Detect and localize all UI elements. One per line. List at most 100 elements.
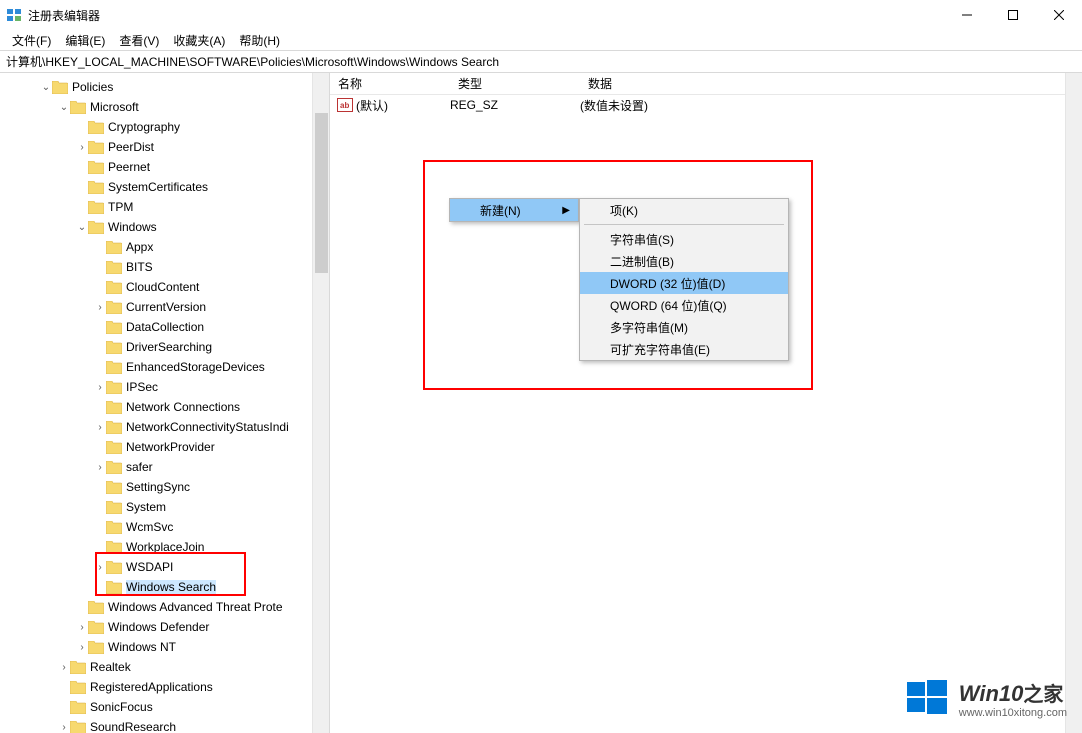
tree-item[interactable]: DriverSearching xyxy=(4,337,329,357)
tree-item[interactable]: DataCollection xyxy=(4,317,329,337)
chevron-down-icon[interactable] xyxy=(76,222,88,233)
chevron-right-icon[interactable] xyxy=(76,642,88,653)
tree-item[interactable]: SoundResearch xyxy=(4,717,329,733)
tree-item[interactable]: Network Connections xyxy=(4,397,329,417)
maximize-button[interactable] xyxy=(990,0,1036,30)
tree-item[interactable]: NetworkProvider xyxy=(4,437,329,457)
menu-help[interactable]: 帮助(H) xyxy=(233,30,286,51)
tree-item[interactable]: PeerDist xyxy=(4,137,329,157)
folder-icon xyxy=(70,661,86,674)
folder-icon xyxy=(106,421,122,434)
tree-item-label: Peernet xyxy=(108,160,150,174)
folder-icon xyxy=(106,261,122,274)
tree-item-label: Windows Defender xyxy=(108,620,209,634)
scrollbar-thumb[interactable] xyxy=(315,113,328,273)
tree-item[interactable]: BITS xyxy=(4,257,329,277)
tree-item[interactable]: CurrentVersion xyxy=(4,297,329,317)
chevron-down-icon[interactable] xyxy=(40,82,52,93)
chevron-right-icon[interactable] xyxy=(76,622,88,633)
tree-item[interactable]: WcmSvc xyxy=(4,517,329,537)
tree-item[interactable]: CloudContent xyxy=(4,277,329,297)
tree-item[interactable]: EnhancedStorageDevices xyxy=(4,357,329,377)
addressbar[interactable]: 计算机\HKEY_LOCAL_MACHINE\SOFTWARE\Policies… xyxy=(0,50,1082,73)
tree-item[interactable]: NetworkConnectivityStatusIndi xyxy=(4,417,329,437)
watermark-title: Win10之家 xyxy=(959,678,1067,707)
folder-icon xyxy=(88,621,104,634)
menu-item-label: 新建(N) xyxy=(480,202,521,219)
chevron-right-icon[interactable] xyxy=(94,562,106,573)
menu-item-dword[interactable]: DWORD (32 位)值(D) xyxy=(580,272,788,294)
tree-item[interactable]: Policies xyxy=(4,77,329,97)
folder-icon xyxy=(106,301,122,314)
col-data[interactable]: 数据 xyxy=(580,75,612,92)
tree-item[interactable]: SettingSync xyxy=(4,477,329,497)
menu-item-key[interactable]: 项(K) xyxy=(580,199,788,221)
menu-item-label: DWORD (32 位)值(D) xyxy=(610,275,725,292)
folder-icon xyxy=(70,101,86,114)
chevron-right-icon[interactable] xyxy=(94,462,106,473)
menu-item-label: 可扩充字符串值(E) xyxy=(610,341,710,358)
folder-icon xyxy=(88,641,104,654)
chevron-right-icon[interactable] xyxy=(94,382,106,393)
menu-item-new[interactable]: 新建(N) ▶ xyxy=(450,199,578,221)
tree-item[interactable]: RegisteredApplications xyxy=(4,677,329,697)
tree-item-label: DataCollection xyxy=(126,320,204,334)
tree-item-label: WSDAPI xyxy=(126,560,173,574)
tree-item[interactable]: safer xyxy=(4,457,329,477)
menu-item-string[interactable]: 字符串值(S) xyxy=(580,228,788,250)
chevron-right-icon[interactable] xyxy=(94,302,106,313)
tree-item[interactable]: System xyxy=(4,497,329,517)
tree-item[interactable]: SystemCertificates xyxy=(4,177,329,197)
col-name[interactable]: 名称 xyxy=(330,75,450,92)
tree-item[interactable]: WSDAPI xyxy=(4,557,329,577)
chevron-right-icon[interactable] xyxy=(76,142,88,153)
tree-item[interactable]: SonicFocus xyxy=(4,697,329,717)
menu-view[interactable]: 查看(V) xyxy=(113,30,165,51)
close-button[interactable] xyxy=(1036,0,1082,30)
tree-item[interactable]: WorkplaceJoin xyxy=(4,537,329,557)
tree-item-label: Microsoft xyxy=(90,100,139,114)
menu-favorites[interactable]: 收藏夹(A) xyxy=(167,30,231,51)
menu-item-qword[interactable]: QWORD (64 位)值(Q) xyxy=(580,294,788,316)
folder-icon xyxy=(70,721,86,733)
tree-item[interactable]: Peernet xyxy=(4,157,329,177)
menu-item-label: 字符串值(S) xyxy=(610,231,674,248)
tree-item[interactable]: Cryptography xyxy=(4,117,329,137)
folder-icon xyxy=(106,341,122,354)
tree-item[interactable]: Windows Advanced Threat Prote xyxy=(4,597,329,617)
tree-item-label: CurrentVersion xyxy=(126,300,206,314)
tree-item[interactable]: Windows Defender xyxy=(4,617,329,637)
menu-file[interactable]: 文件(F) xyxy=(6,30,57,51)
tree-item-label: IPSec xyxy=(126,380,158,394)
tree-item-label: TPM xyxy=(108,200,133,214)
values-header: 名称 类型 数据 xyxy=(330,73,1082,95)
folder-icon xyxy=(88,141,104,154)
tree-item[interactable]: Realtek xyxy=(4,657,329,677)
tree-scrollbar[interactable] xyxy=(312,73,329,733)
menu-item-multi[interactable]: 多字符串值(M) xyxy=(580,316,788,338)
tree-item-label: PeerDist xyxy=(108,140,154,154)
chevron-right-icon[interactable] xyxy=(58,722,70,733)
tree-item[interactable]: Appx xyxy=(4,237,329,257)
menu-item-expand[interactable]: 可扩充字符串值(E) xyxy=(580,338,788,360)
menu-item-binary[interactable]: 二进制值(B) xyxy=(580,250,788,272)
minimize-button[interactable] xyxy=(944,0,990,30)
tree-item[interactable]: Microsoft xyxy=(4,97,329,117)
tree-item[interactable]: Windows Search xyxy=(4,577,329,597)
addressbar-path: 计算机\HKEY_LOCAL_MACHINE\SOFTWARE\Policies… xyxy=(6,55,499,69)
folder-icon xyxy=(106,461,122,474)
folder-icon xyxy=(106,361,122,374)
col-type[interactable]: 类型 xyxy=(450,75,580,92)
chevron-right-icon[interactable] xyxy=(94,422,106,433)
tree-item[interactable]: Windows NT xyxy=(4,637,329,657)
tree-item[interactable]: Windows xyxy=(4,217,329,237)
tree-item-label: WorkplaceJoin xyxy=(126,540,204,554)
folder-icon xyxy=(106,581,122,594)
values-scrollbar[interactable] xyxy=(1065,73,1082,733)
chevron-right-icon[interactable] xyxy=(58,662,70,673)
tree-item[interactable]: TPM xyxy=(4,197,329,217)
tree-item[interactable]: IPSec xyxy=(4,377,329,397)
value-row[interactable]: ab (默认) REG_SZ (数值未设置) xyxy=(330,95,1082,115)
chevron-down-icon[interactable] xyxy=(58,102,70,113)
menu-edit[interactable]: 编辑(E) xyxy=(59,30,111,51)
